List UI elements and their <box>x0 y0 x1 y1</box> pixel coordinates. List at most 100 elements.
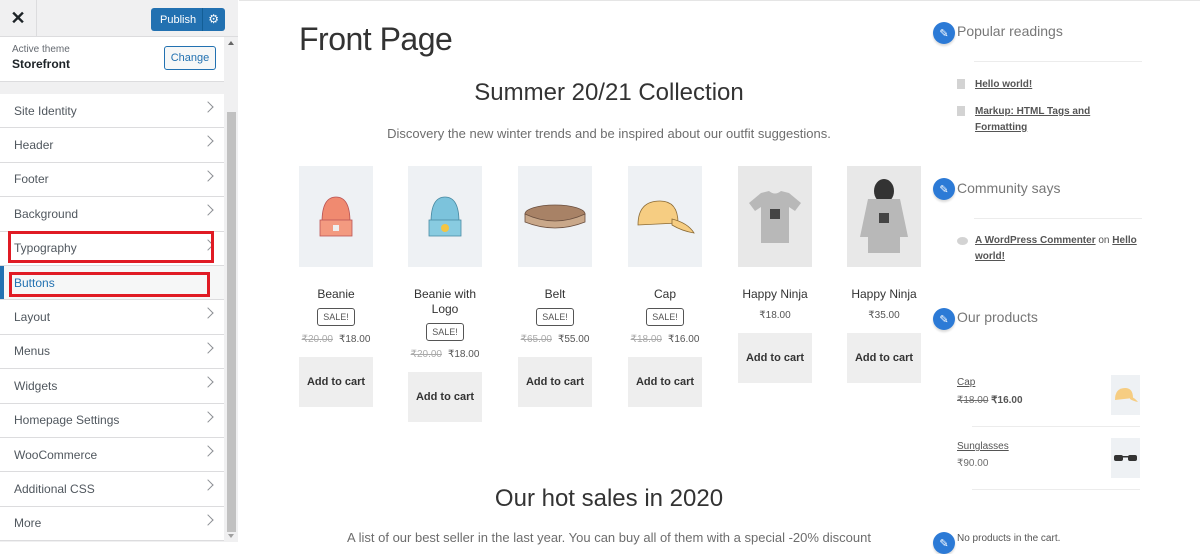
product-card: Beanie SALE! ₹20.00 ₹18.00 Add to cart <box>299 166 373 407</box>
product-name[interactable]: Happy Ninja <box>738 287 812 302</box>
chevron-right-icon <box>202 238 214 251</box>
gear-icon[interactable]: ⚙ <box>208 12 219 26</box>
widget-title-products: Our products <box>957 309 1038 325</box>
page-title: Front Page <box>299 21 453 57</box>
menu-item-label: Site Identity <box>14 103 77 118</box>
old-price: ₹18.00 <box>957 395 989 406</box>
product-name[interactable]: Beanie with Logo <box>408 287 482 317</box>
product-price: ₹18.00 <box>738 310 812 321</box>
edit-widget-icon[interactable]: ✎ <box>933 308 955 330</box>
product-price-value: ₹90.00 <box>957 458 989 469</box>
comment-icon <box>957 237 968 245</box>
popular-link[interactable]: Hello world! <box>975 77 1032 93</box>
close-icon: ✕ <box>10 8 26 28</box>
chevron-right-icon <box>202 445 214 457</box>
widget-product-thumb-cap[interactable] <box>1111 375 1140 415</box>
menu-item-site-identity[interactable]: Site Identity <box>0 94 224 129</box>
change-theme-button[interactable]: Change <box>164 46 216 70</box>
active-theme-panel: Active theme Storefront Change <box>0 37 224 82</box>
collection-title: Summer 20/21 Collection <box>474 79 744 106</box>
menu-item-label: WooCommerce <box>14 447 98 462</box>
product-name[interactable]: Belt <box>518 287 592 302</box>
sale-badge: SALE! <box>317 308 355 326</box>
add-to-cart-button[interactable]: Add to cart <box>518 357 592 407</box>
document-icon <box>957 79 965 89</box>
edit-widget-icon[interactable]: ✎ <box>933 178 955 200</box>
widget-product-link[interactable]: Sunglasses <box>957 441 1009 452</box>
customizer-menu: Site Identity Header Footer Background T… <box>0 94 224 542</box>
widget-product-thumb-sunglasses[interactable] <box>1111 438 1140 478</box>
edit-widget-icon[interactable]: ✎ <box>933 532 955 554</box>
document-icon <box>957 106 965 116</box>
site-preview: Front Page Summer 20/21 Collection Disco… <box>239 0 1200 554</box>
product-card: Belt SALE! ₹65.00 ₹55.00 Add to cart <box>518 166 592 407</box>
scrollbar-thumb[interactable] <box>227 112 236 532</box>
widget-product-link[interactable]: Cap <box>957 377 975 388</box>
collection-subtitle: Discovery the new winter trends and be i… <box>387 126 831 141</box>
chevron-right-icon <box>202 307 214 320</box>
customizer-sidebar: ✕ Publish ⚙ Active theme Storefront Chan… <box>0 0 238 542</box>
product-image-cap[interactable] <box>628 166 702 267</box>
widget-product-price: ₹18.00 ₹16.00 <box>957 395 1023 406</box>
popular-link[interactable]: Markup: HTML Tags and Formatting <box>975 104 1115 136</box>
scroll-up-arrow-icon[interactable] <box>228 41 234 45</box>
comment-author-link[interactable]: A WordPress Commenter <box>975 235 1096 246</box>
publish-separator <box>202 8 203 31</box>
menu-item-label: Additional CSS <box>14 481 95 496</box>
menu-item-woocommerce[interactable]: WooCommerce <box>0 437 224 473</box>
widget-divider <box>974 218 1142 219</box>
menu-item-layout[interactable]: Layout <box>0 300 224 335</box>
old-price: ₹20.00 <box>410 349 442 360</box>
sidebar-scrollbar[interactable] <box>224 37 238 542</box>
add-to-cart-button[interactable]: Add to cart <box>628 357 702 407</box>
menu-item-homepage-settings[interactable]: Homepage Settings <box>0 403 224 438</box>
product-card: Happy Ninja ₹18.00 Add to cart <box>738 166 812 383</box>
menu-item-typography[interactable]: Typography <box>0 231 224 266</box>
add-to-cart-button[interactable]: Add to cart <box>408 372 482 422</box>
product-image-happy-ninja-hoodie[interactable] <box>847 166 921 267</box>
product-name[interactable]: Beanie <box>299 287 373 302</box>
scroll-down-arrow-icon[interactable] <box>228 534 234 538</box>
comment-on-text: on <box>1098 235 1110 246</box>
chevron-right-icon <box>202 514 214 526</box>
menu-item-buttons[interactable]: Buttons <box>0 265 224 301</box>
product-image-happy-ninja-tshirt[interactable] <box>738 166 812 267</box>
menu-item-header[interactable]: Header <box>0 128 224 163</box>
add-to-cart-button[interactable]: Add to cart <box>738 333 812 383</box>
chevron-right-icon <box>202 342 214 354</box>
chevron-right-icon <box>202 410 214 423</box>
add-to-cart-button[interactable]: Add to cart <box>847 333 921 383</box>
sale-badge: SALE! <box>426 323 464 341</box>
edit-widget-icon[interactable]: ✎ <box>933 22 955 44</box>
add-to-cart-button[interactable]: Add to cart <box>299 357 373 407</box>
menu-item-label: Background <box>14 206 79 221</box>
menu-item-label: More <box>14 516 42 531</box>
menu-item-footer[interactable]: Footer <box>0 162 224 198</box>
cart-empty-message: No products in the cart. <box>957 533 1061 544</box>
menu-item-menus[interactable]: Menus <box>0 334 224 370</box>
product-card: Cap SALE! ₹18.00 ₹16.00 Add to cart <box>628 166 702 407</box>
hot-sales-title: Our hot sales in 2020 <box>494 485 724 512</box>
product-image-beanie[interactable] <box>299 166 373 267</box>
product-name[interactable]: Happy Ninja <box>847 287 921 302</box>
product-name[interactable]: Cap <box>628 287 702 302</box>
old-price: ₹18.00 <box>630 334 662 345</box>
product-image-belt[interactable] <box>518 166 592 267</box>
product-price: ₹65.00 ₹55.00 <box>518 334 592 345</box>
sale-price: ₹16.00 <box>668 334 700 345</box>
widget-title-popular: Popular readings <box>957 23 1063 39</box>
menu-item-widgets[interactable]: Widgets <box>0 369 224 404</box>
widget-divider <box>972 426 1140 427</box>
product-image-beanie-with-logo[interactable] <box>408 166 482 267</box>
menu-item-more[interactable]: More <box>0 506 224 542</box>
close-customizer-button[interactable]: ✕ <box>0 0 37 37</box>
publish-button[interactable]: Publish ⚙ <box>151 8 225 31</box>
menu-item-background[interactable]: Background <box>0 197 224 232</box>
menu-item-label: Layout <box>14 310 51 325</box>
menu-item-additional-css[interactable]: Additional CSS <box>0 472 224 507</box>
publish-label: Publish <box>160 13 197 26</box>
chevron-right-icon <box>202 101 214 113</box>
chevron-right-icon <box>202 376 214 388</box>
product-price-value: ₹35.00 <box>868 310 900 321</box>
sale-badge: SALE! <box>646 308 684 326</box>
